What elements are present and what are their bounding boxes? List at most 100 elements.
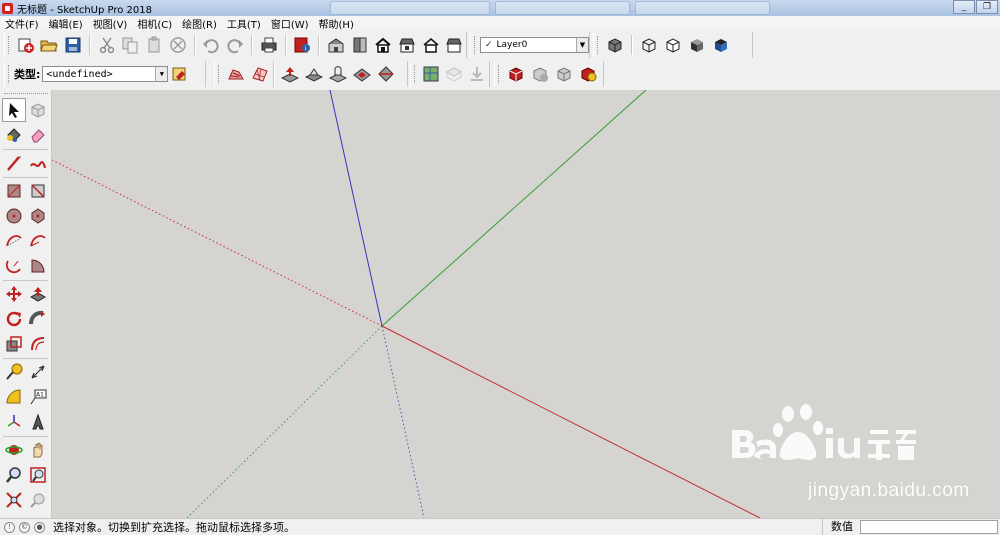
2point-arc-icon[interactable] (26, 229, 50, 253)
axes-icon[interactable] (2, 410, 26, 434)
scale-icon[interactable] (2, 332, 26, 356)
rotated-rectangle-icon[interactable] (26, 179, 50, 203)
layer-visible-check: ✓ (484, 40, 493, 50)
zoom-window-icon[interactable] (26, 463, 50, 487)
shaded-icon[interactable] (686, 34, 708, 56)
flip-edge-icon[interactable] (375, 63, 397, 85)
toggle-terrain-icon[interactable] (444, 63, 465, 85)
entity-info-icon[interactable] (169, 63, 191, 85)
right-view-icon[interactable] (396, 34, 418, 56)
smoove-icon[interactable] (279, 63, 301, 85)
cut-icon[interactable] (96, 34, 118, 56)
menu-view[interactable]: 视图(V) (88, 16, 133, 31)
polygon-icon[interactable] (26, 204, 50, 228)
circle-icon[interactable] (2, 204, 26, 228)
sketchup-app-icon (2, 2, 13, 14)
rotate-icon[interactable] (2, 307, 26, 331)
layer-select-value: Layer0 (496, 40, 528, 50)
share-component-icon[interactable] (553, 63, 575, 85)
arc-icon[interactable] (2, 229, 26, 253)
paste-icon[interactable] (143, 34, 165, 56)
zoom-icon[interactable] (2, 463, 26, 487)
menu-window[interactable]: 窗口(W) (266, 16, 314, 31)
erase-icon[interactable] (167, 34, 189, 56)
toolbar-grip[interactable] (474, 36, 477, 54)
wireframe-icon[interactable] (638, 34, 660, 56)
3d-text-icon[interactable] (26, 410, 50, 434)
watermark-url: jingyan.baidu.com (808, 480, 970, 501)
menu-draw[interactable]: 绘图(R) (177, 16, 222, 31)
iso-view-icon[interactable] (325, 34, 347, 56)
back-view-icon[interactable] (420, 34, 442, 56)
chevron-down-icon[interactable]: ▼ (576, 38, 588, 52)
eraser-icon[interactable] (26, 123, 50, 147)
model-info-icon[interactable]: i (292, 34, 314, 56)
follow-me-icon[interactable] (26, 307, 50, 331)
freehand-icon[interactable] (26, 151, 50, 175)
chevron-down-icon[interactable]: ▼ (155, 67, 168, 81)
save-icon[interactable] (62, 34, 84, 56)
undo-icon[interactable] (201, 34, 223, 56)
share-model-icon[interactable] (529, 63, 551, 85)
type-select[interactable]: <undefined> ▼ (42, 66, 169, 82)
measurements-input[interactable] (860, 520, 998, 534)
toolbar-grip[interactable] (498, 65, 501, 83)
drape-icon[interactable] (327, 63, 349, 85)
from-contours-icon[interactable] (225, 63, 247, 85)
move-icon[interactable] (2, 282, 26, 306)
geo-location-icon[interactable]: ! (4, 521, 15, 533)
pie-icon[interactable] (26, 254, 50, 278)
toolbar-grip[interactable] (218, 65, 221, 83)
textured-icon[interactable] (710, 34, 732, 56)
front-view-icon[interactable] (373, 34, 395, 56)
menu-edit[interactable]: 编辑(E) (44, 16, 88, 31)
redo-icon[interactable] (224, 34, 246, 56)
make-component-icon[interactable] (26, 98, 50, 122)
offset-icon[interactable] (26, 332, 50, 356)
minimize-icon[interactable]: _ (953, 0, 975, 14)
protractor-icon[interactable] (2, 385, 26, 409)
zoom-extents-icon[interactable] (2, 488, 26, 512)
menu-tools[interactable]: 工具(T) (222, 16, 266, 31)
toolbar-grip[interactable] (597, 36, 600, 54)
palette-grip[interactable] (4, 93, 48, 96)
push-pull-icon[interactable] (26, 282, 50, 306)
print-icon[interactable] (258, 34, 280, 56)
xray-icon[interactable] (604, 34, 626, 56)
top-view-icon[interactable] (349, 34, 371, 56)
extension-warehouse-icon[interactable] (577, 63, 599, 85)
photo-textures-icon[interactable] (467, 63, 488, 85)
add-location-icon[interactable] (421, 63, 442, 85)
previous-view-icon[interactable] (26, 488, 50, 512)
line-icon[interactable] (2, 151, 26, 175)
3point-arc-icon[interactable] (2, 254, 26, 278)
toolbar-grip[interactable] (414, 65, 417, 83)
left-view-icon[interactable] (443, 34, 465, 56)
restore-icon[interactable]: ❐ (976, 0, 998, 14)
toolbar-grip[interactable] (8, 36, 11, 54)
model-viewport[interactable]: jingyan.baidu.com (52, 90, 1000, 518)
tape-measure-icon[interactable] (2, 360, 26, 384)
pan-icon[interactable] (26, 438, 50, 462)
open-icon[interactable] (39, 34, 61, 56)
credits-icon[interactable]: © (19, 521, 30, 533)
user-icon[interactable]: ● (34, 521, 45, 533)
dimension-icon[interactable] (26, 360, 50, 384)
3d-warehouse-icon[interactable] (505, 63, 527, 85)
copy-icon[interactable] (120, 34, 142, 56)
rectangle-icon[interactable] (2, 179, 26, 203)
layer-select[interactable]: ✓ Layer0 ▼ (479, 37, 589, 53)
menu-file[interactable]: 文件(F) (0, 16, 44, 31)
new-icon[interactable] (15, 34, 37, 56)
paint-bucket-icon[interactable] (2, 123, 26, 147)
stamp-icon[interactable] (303, 63, 325, 85)
orbit-icon[interactable] (2, 438, 26, 462)
from-scratch-icon[interactable] (249, 63, 271, 85)
toolbar-grip[interactable] (8, 65, 11, 83)
menu-camera[interactable]: 相机(C) (132, 16, 177, 31)
add-detail-icon[interactable] (351, 63, 373, 85)
menu-help[interactable]: 帮助(H) (314, 16, 359, 31)
select-icon[interactable] (2, 98, 26, 122)
text-icon[interactable]: A1 (26, 385, 50, 409)
hidden-line-icon[interactable] (662, 34, 684, 56)
